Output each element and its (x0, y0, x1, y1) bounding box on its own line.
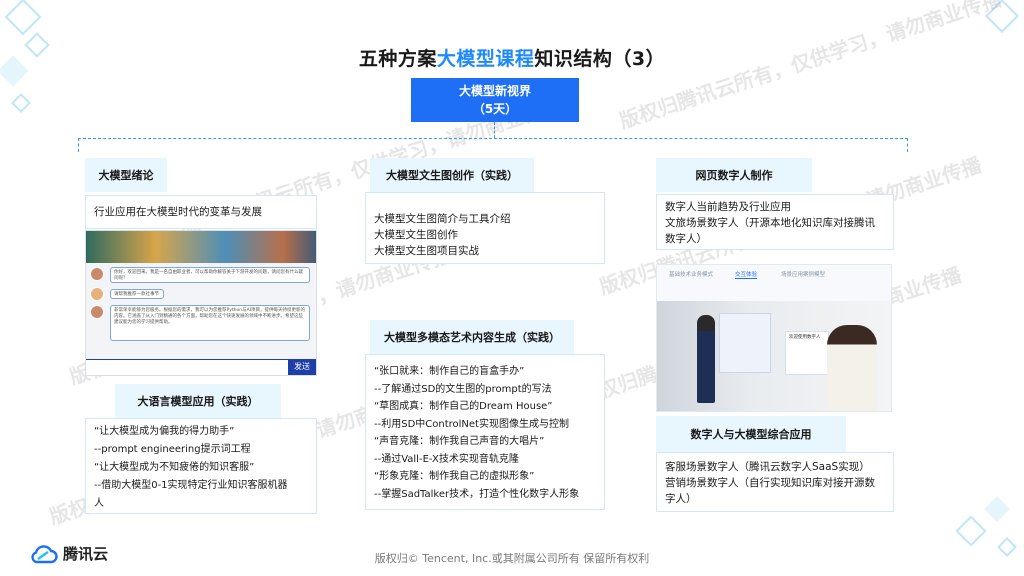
decor-diamond (984, 496, 1010, 522)
card-line: 行业应用在大模型时代的变革与发展 (94, 206, 262, 218)
root-node: 大模型新视界 （5天） (411, 78, 579, 122)
card-multimodal-body: “张口就来：制作自己的盲盒手办” --了解通过SD的文生图的prompt的写法 … (365, 354, 605, 510)
card-line: --掌握SadTalker技术，打造个性化数字人形象 (374, 488, 580, 500)
card-intro-body: 行业应用在大模型时代的变革与发展 (85, 195, 317, 229)
page-title: 五种方案大模型课程知识结构（3） (0, 44, 1024, 71)
card-line: “张口就来：制作自己的盲盒手办” (374, 366, 525, 377)
dh-presenter-image (827, 325, 877, 411)
chat-banner-image (86, 231, 316, 263)
card-line: 大模型文生图项目实战 (374, 245, 479, 257)
card-multimodal-head: 大模型多模态艺术内容生成（实践） (370, 320, 574, 354)
card-intro-head: 大模型绪论 (85, 158, 167, 192)
card-line: 字人） (665, 493, 697, 505)
decor-diamond (955, 515, 987, 547)
chat-input[interactable] (86, 359, 290, 375)
card-line: 大模型文生图创作 (374, 229, 458, 241)
card-txt2img-body: 大模型文生图简介与工具介绍 大模型文生图创作 大模型文生图项目实战 (365, 192, 605, 264)
card-line: “让大模型成为不知疲倦的知识客服” (94, 462, 255, 473)
title-suffix: 知识结构（3） (534, 48, 666, 70)
card-line: “草图成真：制作自己的Dream House” (374, 401, 553, 412)
chat-message: 请帮我推荐一款社事节 (110, 289, 164, 299)
card-line: --prompt engineering提示词工程 (94, 444, 251, 455)
card-line: 客服场景数字人（腾讯云数字人SaaS实现） (665, 461, 870, 473)
user-avatar (90, 287, 104, 301)
card-line: --通过Vall-E-X技术实现音轨克隆 (374, 453, 519, 465)
dh-kiosk-screen (719, 313, 771, 373)
connector-line (78, 138, 908, 139)
decor-diamond (985, 0, 1019, 33)
card-txt2img-head: 大模型文生图创作（实践） (370, 158, 534, 192)
send-button[interactable]: 发送 (288, 359, 316, 375)
title-highlight: 大模型课程 (436, 48, 535, 70)
card-dhllm-head: 数字人与大模型综合应用 (656, 416, 846, 452)
dh-person-image (697, 315, 715, 403)
card-line: “形象克隆：制作我自己的虚拟形象” (374, 471, 535, 482)
card-webdh-body: 数字人当前趋势及行业应用 文旅场景数字人（开源本地化知识库对接腾讯 数字人） (656, 194, 894, 250)
card-dhllm-body: 客服场景数字人（腾讯云数字人SaaS实现） 营销场景数字人（自行实现知识库对接开… (656, 452, 894, 512)
card-line: 数字人） (665, 233, 707, 245)
digital-human-screenshot: 基础技术业务模式 交互体验 场景应用案例模型 欢迎使用数字人 (656, 264, 892, 412)
chat-message: 你好，欢迎回来。我是一名自由职业者，可以帮助你解答关于下游开发的问题，请问您有什… (110, 267, 310, 283)
decor-diamond (11, 93, 31, 113)
root-title: 大模型新视界 (458, 84, 531, 98)
card-line: --利用SD中ControlNet实现图像生成与控制 (374, 418, 569, 430)
decor-diamond (4, 0, 42, 36)
root-duration: （5天） (472, 102, 518, 116)
dh-info-panel: 欢迎使用数字人 (785, 331, 829, 375)
dh-tab-active[interactable]: 交互体验 (735, 270, 758, 279)
title-prefix: 五种方案 (358, 48, 437, 70)
connector-tick (78, 138, 79, 152)
card-line: --借助大模型0-1实现特定行业知识客服机器 (94, 480, 288, 491)
connector-tick (494, 122, 495, 138)
copyright-footer: 版权归© Tencent, Inc.或其附属公司所有 保留所有权利 (374, 552, 650, 565)
bot-avatar (90, 267, 104, 281)
connector-tick (907, 138, 908, 152)
dh-panel-title: 欢迎使用数字人 (789, 335, 821, 340)
card-line: “让大模型成为偏我的得力助手” (94, 426, 235, 437)
card-line: “声音克隆：制作我自己声音的大唱片” (374, 436, 545, 447)
bot-avatar (90, 305, 104, 319)
card-llm-body: “让大模型成为偏我的得力助手” --prompt engineering提示词工… (85, 418, 317, 514)
card-line: 文旅场景数字人（开源本地化知识库对接腾讯 (665, 217, 875, 229)
card-line: 数字人当前趋势及行业应用 (665, 201, 791, 213)
card-llm-head: 大语言模型应用（实践） (115, 384, 281, 418)
card-line: --了解通过SD的文生图的prompt的写法 (374, 383, 552, 395)
dh-tab[interactable]: 场景应用案例模型 (781, 270, 825, 278)
card-webdh-head: 网页数字人制作 (656, 158, 812, 192)
dh-tab[interactable]: 基础技术业务模式 (669, 270, 713, 278)
chat-screenshot: 你好，欢迎回来。我是一名自由职业者，可以帮助你解答关于下游开发的问题，请问您有什… (85, 230, 317, 376)
chat-message: 非常荣幸能够为您服务。根据您的需求，我可以为您推荐Python与AI项目，提供每… (110, 305, 310, 341)
card-line: 营销场景数字人（自行实现知识库对接开源数 (665, 477, 875, 489)
card-line: 人 (94, 498, 104, 509)
card-line: 大模型文生图简介与工具介绍 (374, 213, 511, 225)
dh-tabs: 基础技术业务模式 交互体验 场景应用案例模型 (657, 265, 891, 281)
